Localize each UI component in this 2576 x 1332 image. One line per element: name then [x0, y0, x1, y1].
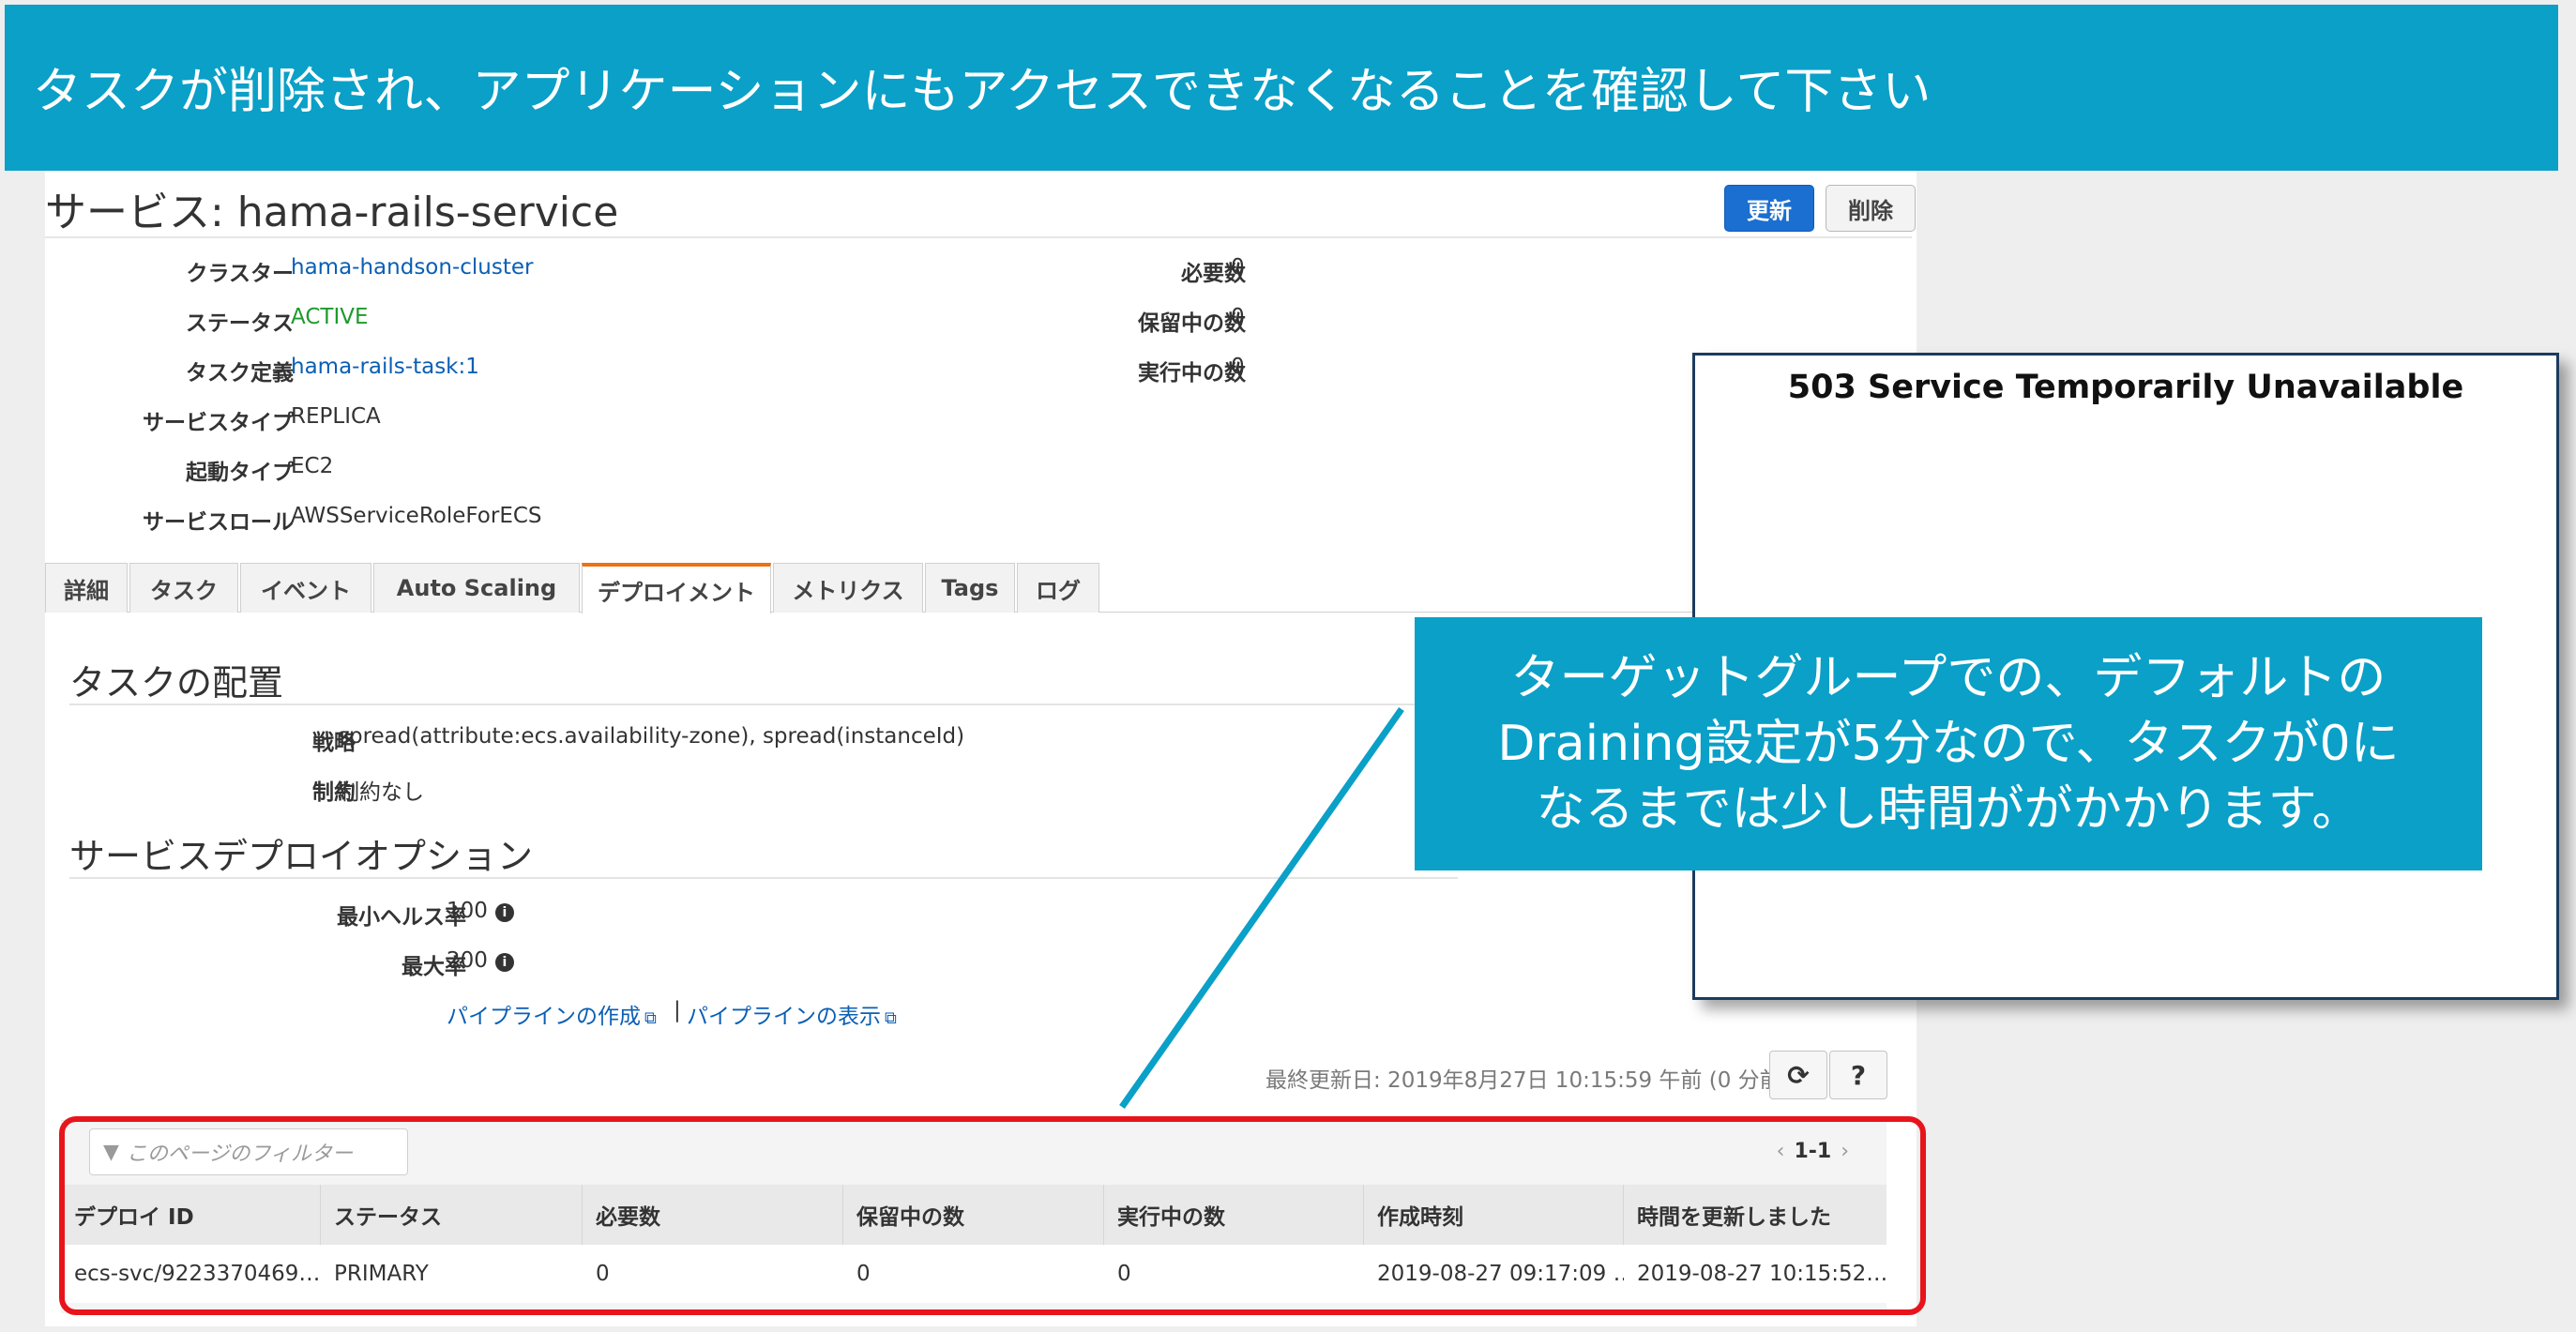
service-role-value: AWSServiceRoleForECS: [291, 504, 542, 528]
column-header-status[interactable]: ステータス: [321, 1185, 583, 1245]
deploy-options-title: サービスデプロイオプション: [69, 836, 534, 877]
launch-type-value: EC2: [291, 454, 334, 478]
chevron-left-icon[interactable]: ‹: [1777, 1140, 1785, 1163]
callout-line-1: ターゲットグループでの、デフォルトの: [1510, 650, 2387, 706]
deploy-options-rule: [69, 877, 1458, 879]
service-type-label: サービスタイプ: [143, 411, 294, 435]
info-icon[interactable]: i: [494, 903, 514, 922]
view-pipeline-link[interactable]: パイプラインの表示 ⧉: [687, 998, 897, 1030]
filter-input[interactable]: ▼ このページのフィルター: [89, 1128, 408, 1175]
cell-desired: 0: [596, 1262, 610, 1286]
cluster-label: クラスター: [186, 262, 294, 286]
tab-tasks[interactable]: タスク: [129, 563, 238, 613]
cell-pending: 0: [856, 1262, 871, 1286]
desired-count-value: 0: [1231, 255, 1245, 280]
filter-placeholder: このページのフィルター: [126, 1143, 354, 1166]
task-definition-link[interactable]: hama-rails-task:1: [291, 355, 479, 379]
chevron-right-icon[interactable]: ›: [1841, 1140, 1849, 1163]
column-header-deploy-id[interactable]: デプロイ ID: [61, 1185, 321, 1245]
help-icon: ?: [1850, 1059, 1867, 1091]
pipeline-separator: |: [674, 998, 681, 1022]
max-percent-number: 200: [447, 948, 488, 973]
task-definition-label: タスク定義: [186, 361, 294, 386]
explanation-callout: ターゲットグループでの、デフォルトの Draining設定が5分なので、タスクが…: [1415, 617, 2482, 870]
tab-events[interactable]: イベント: [240, 563, 371, 613]
pending-count-value: 0: [1231, 305, 1245, 329]
filter-icon: ▼: [103, 1140, 119, 1164]
column-header-desired[interactable]: 必要数: [583, 1185, 843, 1245]
pending-count-label: 保留中の数: [1138, 311, 1246, 336]
tab-metrics[interactable]: メトリクス: [773, 563, 923, 613]
view-pipeline-label: パイプラインの表示: [687, 1005, 881, 1029]
min-health-number: 100: [447, 899, 488, 923]
cell-created: 2019-08-27 09:17:09 …: [1377, 1262, 1624, 1286]
task-placement-rule: [69, 704, 1458, 705]
refresh-button[interactable]: ⟳: [1769, 1051, 1827, 1099]
column-header-created[interactable]: 作成時刻: [1364, 1185, 1624, 1245]
instruction-banner: タスクが削除され、アプリケーションにもアクセスできなくなることを確認して下さい: [5, 5, 2558, 171]
external-link-icon: ⧉: [644, 1008, 657, 1028]
table-row: ecs-svc/9223370469… PRIMARY 0 0 0 2019-0…: [61, 1245, 1887, 1303]
title-divider: [45, 236, 1912, 238]
refresh-icon: ⟳: [1787, 1059, 1810, 1091]
status-value: ACTIVE: [291, 305, 369, 329]
column-header-updated[interactable]: 時間を更新しました: [1624, 1185, 1887, 1245]
max-percent-value: 200 i: [447, 948, 514, 973]
external-link-icon: ⧉: [885, 1008, 897, 1028]
task-placement-title: タスクの配置: [69, 662, 284, 704]
status-label: ステータス: [186, 311, 294, 336]
deployments-table: ▼ このページのフィルター ‹ 1-1 › デプロイ ID ステータス 必要数 保留…: [61, 1120, 1887, 1313]
update-button[interactable]: 更新: [1724, 185, 1814, 232]
cell-updated: 2019-08-27 10:15:52…: [1637, 1262, 1887, 1286]
tab-details[interactable]: 詳細: [45, 563, 128, 613]
service-type-value: REPLICA: [291, 404, 381, 429]
cell-running: 0: [1117, 1262, 1131, 1286]
delete-button[interactable]: 削除: [1826, 185, 1916, 232]
page-title: サービス: hama-rails-service: [45, 189, 619, 236]
create-pipeline-label: パイプラインの作成: [447, 1005, 641, 1029]
callout-line-2: Draining設定が5分なので、タスクが0に: [1497, 716, 2400, 772]
tab-deployments[interactable]: デプロイメント: [582, 563, 771, 613]
launch-type-label: 起動タイプ: [186, 461, 294, 485]
constraint-value: 制約なし: [338, 780, 424, 805]
tab-tags[interactable]: Tags: [925, 563, 1015, 613]
running-count-label: 実行中の数: [1138, 361, 1246, 386]
strategy-value: spread(attribute:ecs.availability-zone),…: [338, 724, 965, 749]
pagination: ‹ 1-1 ›: [1767, 1140, 1858, 1163]
callout-line-3: なるまでは少し時間ががかかります。: [1536, 781, 2361, 838]
cluster-link[interactable]: hama-handson-cluster: [291, 255, 533, 280]
page-range: 1-1: [1794, 1140, 1832, 1163]
last-updated-text: 最終更新日: 2019年8月27日 10:15:59 午前 (0 分前): [1265, 1068, 1790, 1093]
column-header-pending[interactable]: 保留中の数: [843, 1185, 1104, 1245]
column-header-running[interactable]: 実行中の数: [1104, 1185, 1364, 1245]
error-503-text: 503 Service Temporarily Unavailable: [1787, 369, 2464, 406]
table-header-row: デプロイ ID ステータス 必要数 保留中の数 実行中の数 作成時刻 時間を更新…: [61, 1185, 1887, 1245]
tab-logs[interactable]: ログ: [1017, 563, 1099, 613]
create-pipeline-link[interactable]: パイプラインの作成 ⧉: [447, 998, 657, 1030]
help-button[interactable]: ?: [1829, 1051, 1887, 1099]
cell-deploy-id: ecs-svc/9223370469…: [74, 1262, 321, 1286]
min-health-value: 100 i: [447, 899, 514, 923]
service-role-label: サービスロール: [143, 510, 294, 535]
running-count-value: 0: [1231, 355, 1245, 379]
info-icon[interactable]: i: [494, 953, 514, 972]
cell-status: PRIMARY: [334, 1262, 429, 1286]
instruction-text: タスクが削除され、アプリケーションにもアクセスできなくなることを確認して下さい: [33, 64, 1932, 120]
tab-auto-scaling[interactable]: Auto Scaling: [373, 563, 580, 613]
